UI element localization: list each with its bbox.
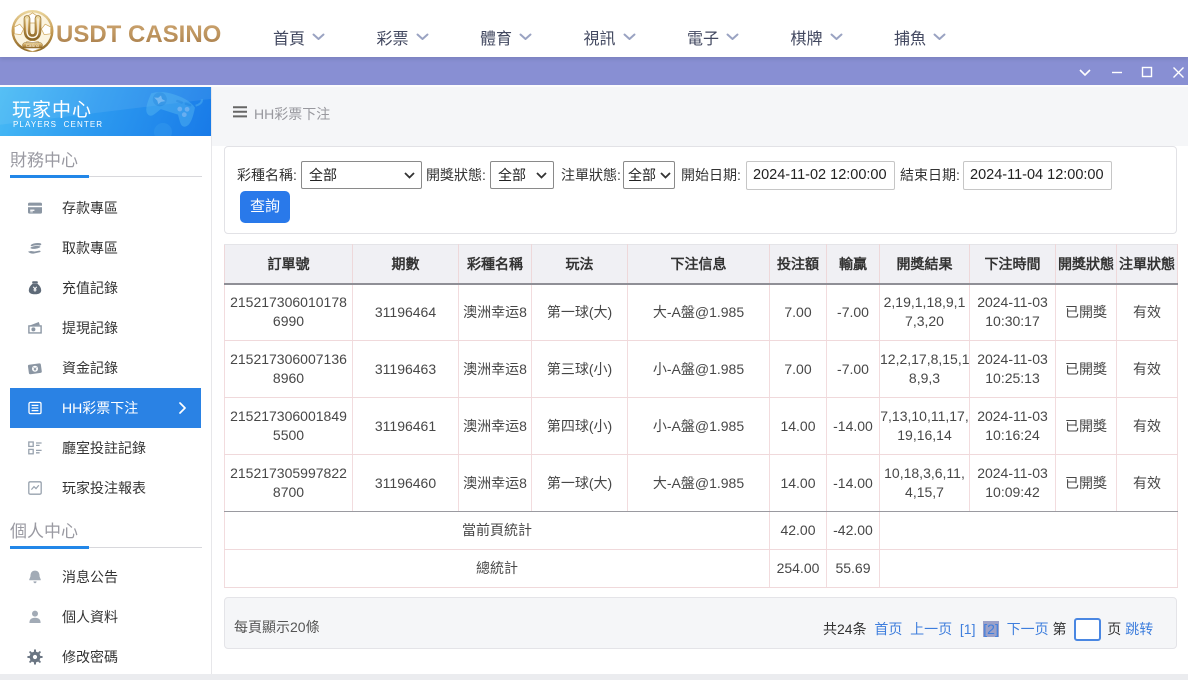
svg-text:Casino: Casino — [26, 43, 40, 48]
